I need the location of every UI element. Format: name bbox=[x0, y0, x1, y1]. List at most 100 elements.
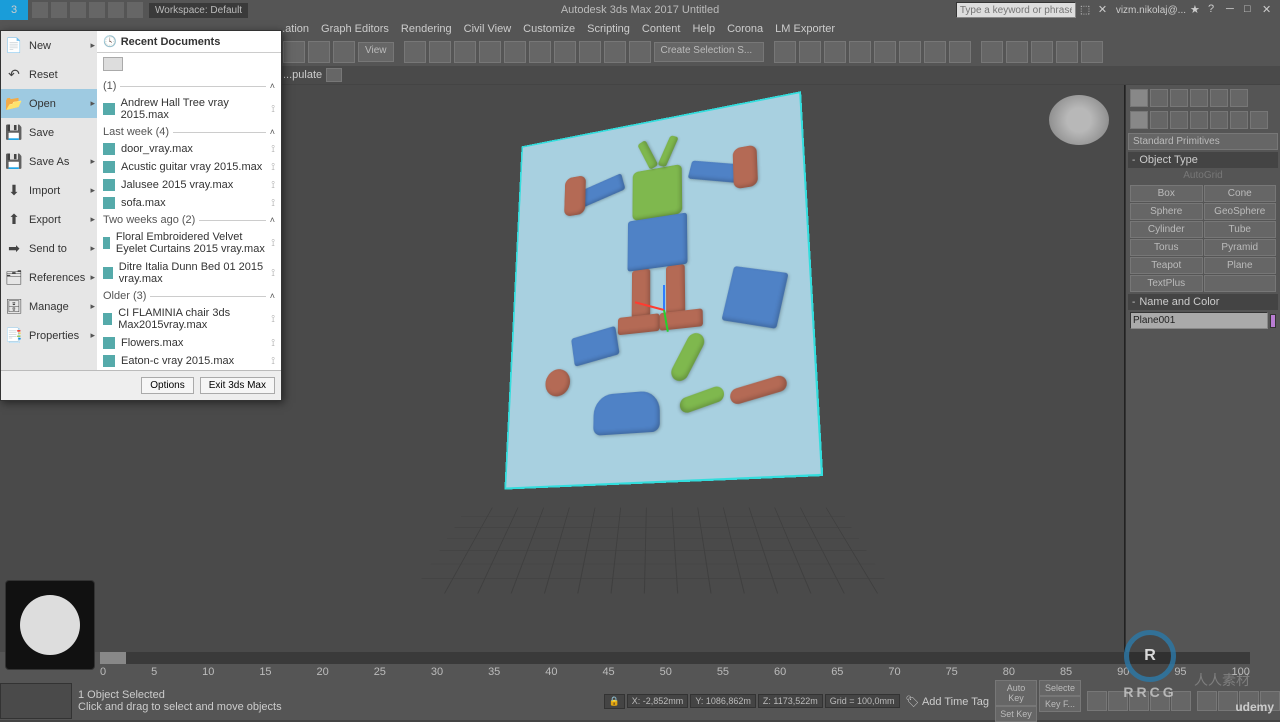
qat-redo-icon[interactable] bbox=[108, 2, 124, 18]
pin-icon[interactable]: ⟟ bbox=[271, 104, 275, 115]
object-type-rollout[interactable]: - Object Type bbox=[1128, 152, 1278, 168]
menu-item[interactable]: Scripting bbox=[581, 23, 636, 35]
primitive-geosphere[interactable]: GeoSphere bbox=[1204, 203, 1277, 220]
cloud-icon[interactable] bbox=[1031, 41, 1053, 63]
app-menu-open[interactable]: 📂Open▸ bbox=[1, 89, 97, 118]
search-input[interactable] bbox=[956, 2, 1076, 18]
favorite-icon[interactable]: ★ bbox=[1190, 3, 1204, 17]
object-name-input[interactable] bbox=[1130, 312, 1268, 329]
recent-group-header[interactable]: Two weeks ago (2)˄ bbox=[97, 212, 281, 228]
display-tab-icon[interactable] bbox=[1210, 89, 1228, 107]
menu-item[interactable]: Customize bbox=[517, 23, 581, 35]
menu-item[interactable]: Rendering bbox=[395, 23, 458, 35]
close-icon[interactable]: ✕ bbox=[1262, 3, 1276, 17]
modify-tab-icon[interactable] bbox=[1150, 89, 1168, 107]
goto-start-icon[interactable] bbox=[1087, 691, 1107, 711]
app-menu-import[interactable]: ⬇Import▸ bbox=[1, 176, 97, 205]
app-menu-save[interactable]: 💾Save bbox=[1, 118, 97, 147]
align-icon[interactable] bbox=[799, 41, 821, 63]
undo-icon[interactable] bbox=[283, 41, 305, 63]
pin-icon[interactable]: ⟟ bbox=[271, 338, 275, 349]
app-menu-send-to[interactable]: ➡Send to▸ bbox=[1, 234, 97, 263]
view-dropdown[interactable]: View bbox=[358, 42, 394, 62]
menu-item[interactable]: Content bbox=[636, 23, 687, 35]
pin-icon[interactable]: ⟟ bbox=[271, 356, 275, 367]
grid-icon[interactable] bbox=[1081, 41, 1103, 63]
time-slider-thumb[interactable] bbox=[100, 652, 126, 664]
qat-save-icon[interactable] bbox=[70, 2, 86, 18]
rotate-icon[interactable] bbox=[454, 41, 476, 63]
viewcube[interactable] bbox=[1049, 95, 1109, 145]
create-tab-icon[interactable] bbox=[1130, 89, 1148, 107]
systems-subtab-icon[interactable] bbox=[1250, 111, 1268, 129]
recent-document-item[interactable]: CI FLAMINIA chair 3ds Max2015vray.max⟟ bbox=[97, 304, 281, 334]
recent-document-item[interactable]: Acustic guitar vray 2015.max⟟ bbox=[97, 158, 281, 176]
selection-set-dropdown[interactable]: Create Selection S... bbox=[654, 42, 764, 62]
auto-key-button[interactable]: Auto Key bbox=[995, 680, 1037, 706]
app-menu-export[interactable]: ⬆Export▸ bbox=[1, 205, 97, 234]
shapes-subtab-icon[interactable] bbox=[1150, 111, 1168, 129]
transform-gizmo[interactable] bbox=[638, 285, 688, 335]
layer-icon[interactable] bbox=[824, 41, 846, 63]
qat-project-icon[interactable] bbox=[127, 2, 143, 18]
helpers-subtab-icon[interactable] bbox=[1210, 111, 1228, 129]
recent-document-item[interactable]: Floral Embroidered Velvet Eyelet Curtain… bbox=[97, 228, 281, 258]
recent-document-item[interactable]: Andrew Hall Tree vray 2015.max⟟ bbox=[97, 94, 281, 124]
scale-icon[interactable] bbox=[479, 41, 501, 63]
goto-end-icon[interactable] bbox=[1171, 691, 1191, 711]
collapse-caret-icon[interactable]: ˄ bbox=[270, 127, 275, 137]
app-menu-references[interactable]: 🗂References▸ bbox=[1, 263, 97, 292]
auto-grid-checkbox[interactable]: AutoGrid bbox=[1128, 168, 1278, 183]
coord-z[interactable]: Z: 1173,522m bbox=[758, 694, 823, 708]
maxscript-listener[interactable] bbox=[0, 683, 72, 719]
edit-named-icon[interactable] bbox=[629, 41, 651, 63]
collapse-caret-icon[interactable]: ˄ bbox=[270, 291, 275, 301]
redo-icon[interactable] bbox=[308, 41, 330, 63]
spinner-snap-icon[interactable] bbox=[604, 41, 626, 63]
add-time-tag[interactable]: 🏷 Add Time Tag bbox=[906, 695, 989, 708]
perspective-viewport[interactable] bbox=[283, 85, 1124, 652]
qat-open-icon[interactable] bbox=[51, 2, 67, 18]
select-icon[interactable] bbox=[404, 41, 426, 63]
material-icon[interactable] bbox=[899, 41, 921, 63]
angle-snap-icon[interactable] bbox=[554, 41, 576, 63]
options-button[interactable]: Options bbox=[141, 377, 193, 394]
zoom-icon[interactable] bbox=[1218, 691, 1238, 711]
orbit-icon[interactable] bbox=[1239, 691, 1259, 711]
maximize-icon[interactable]: □ bbox=[1244, 3, 1258, 17]
menu-item[interactable]: Civil View bbox=[458, 23, 517, 35]
selected-filter-button[interactable]: Selecte bbox=[1039, 680, 1081, 696]
time-slider-track[interactable] bbox=[100, 652, 1250, 664]
play-icon[interactable] bbox=[1129, 691, 1149, 711]
menu-item[interactable]: Corona bbox=[721, 23, 769, 35]
geometry-subtab-icon[interactable] bbox=[1130, 111, 1148, 129]
a360-icon[interactable] bbox=[1056, 41, 1078, 63]
category-dropdown[interactable]: Standard Primitives bbox=[1128, 133, 1278, 150]
link-icon[interactable] bbox=[333, 41, 355, 63]
account-menu[interactable]: vizm.nikolaj@... bbox=[1116, 5, 1186, 16]
render-setup-icon[interactable] bbox=[924, 41, 946, 63]
key-filters-button[interactable]: Key F... bbox=[1039, 696, 1081, 712]
name-color-rollout[interactable]: - Name and Color bbox=[1128, 294, 1278, 310]
pin-icon[interactable]: ⟟ bbox=[271, 314, 275, 325]
hierarchy-tab-icon[interactable] bbox=[1170, 89, 1188, 107]
app-menu-properties[interactable]: 📑Properties▸ bbox=[1, 321, 97, 350]
subscription-icon[interactable]: ⬚ bbox=[1080, 3, 1094, 17]
motion-tab-icon[interactable] bbox=[1190, 89, 1208, 107]
exit-button[interactable]: Exit 3ds Max bbox=[200, 377, 275, 394]
spacewarps-subtab-icon[interactable] bbox=[1230, 111, 1248, 129]
coord-x[interactable]: X: -2,852mm bbox=[627, 694, 689, 708]
render-frame-icon[interactable] bbox=[949, 41, 971, 63]
recent-document-item[interactable]: Ditre Italia Dunn Bed 01 2015 vray.max⟟ bbox=[97, 258, 281, 288]
lights-subtab-icon[interactable] bbox=[1170, 111, 1188, 129]
pan-icon[interactable] bbox=[1197, 691, 1217, 711]
primitive-sphere[interactable]: Sphere bbox=[1130, 203, 1203, 220]
cameras-subtab-icon[interactable] bbox=[1190, 111, 1208, 129]
recent-document-item[interactable]: sofa.max⟟ bbox=[97, 194, 281, 212]
app-menu-save-as[interactable]: 💾Save As▸ bbox=[1, 147, 97, 176]
move-icon[interactable] bbox=[429, 41, 451, 63]
max-toggle-icon[interactable] bbox=[1260, 691, 1280, 711]
recent-document-item[interactable]: Jalusee 2015 vray.max⟟ bbox=[97, 176, 281, 194]
primitive-box[interactable]: Box bbox=[1130, 185, 1203, 202]
lock-icon[interactable]: 🔒 bbox=[604, 694, 625, 709]
